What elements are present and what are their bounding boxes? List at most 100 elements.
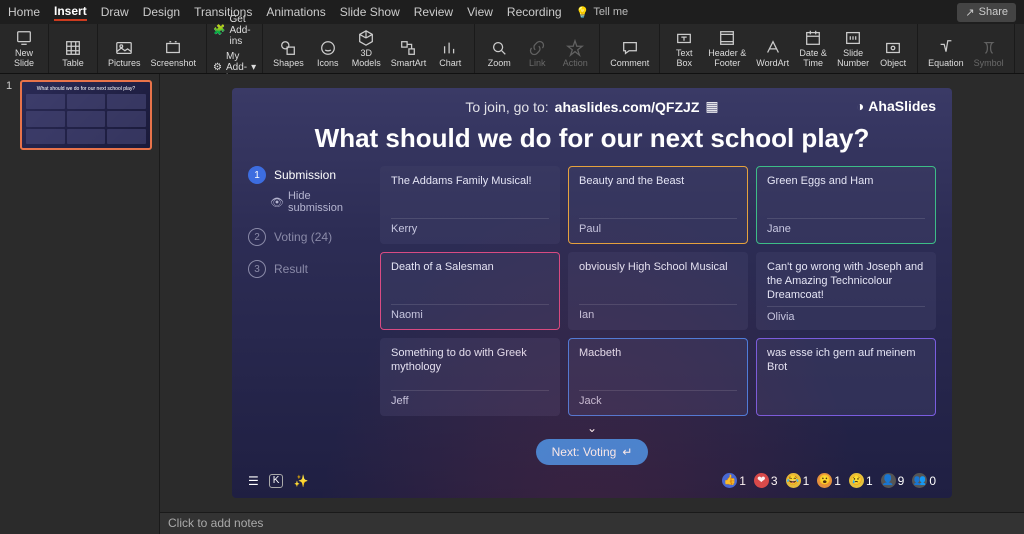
menu-home[interactable]: Home xyxy=(8,5,40,19)
keyboard-icon[interactable]: K xyxy=(269,474,284,488)
addins-group: 🧩Get Add-ins ⚙My Add-ins▾ xyxy=(207,24,263,73)
action-button: Action xyxy=(557,37,593,71)
smartart-icon xyxy=(399,39,417,57)
reaction[interactable]: 👤9 xyxy=(881,473,905,488)
equation-button[interactable]: Equation xyxy=(924,37,968,71)
reaction-emoji: 👍 xyxy=(722,473,737,488)
icons-icon xyxy=(319,39,337,57)
next-voting-button[interactable]: Next: Voting ↵ xyxy=(536,439,649,465)
reaction-count: 0 xyxy=(929,474,936,488)
screenshot-button[interactable]: Screenshot xyxy=(147,37,201,71)
reaction-emoji: 😢 xyxy=(849,473,864,488)
zoom-icon xyxy=(490,39,508,57)
reaction-emoji: 👤 xyxy=(881,473,896,488)
reaction[interactable]: 😢1 xyxy=(849,473,873,488)
slide-thumbnails-panel[interactable]: 1 What should we do for our next school … xyxy=(0,74,160,534)
wordart-icon xyxy=(764,39,782,57)
menu-icon[interactable]: ☰ xyxy=(248,474,259,488)
datetime-button[interactable]: Date & Time xyxy=(795,27,831,71)
submission-grid: The Addams Family Musical!KerryBeauty an… xyxy=(380,166,936,419)
chart-button[interactable]: Chart xyxy=(432,27,468,71)
enter-icon: ↵ xyxy=(622,445,632,459)
submission-card[interactable]: Can't go wrong with Joseph and the Amazi… xyxy=(756,252,936,330)
new-slide-button[interactable]: New Slide xyxy=(6,27,42,71)
store-icon: 🧩 xyxy=(213,25,225,36)
shapes-icon xyxy=(279,39,297,57)
reaction[interactable]: 👥0 xyxy=(912,473,936,488)
submission-author: Jeff xyxy=(391,390,549,407)
datetime-icon xyxy=(804,29,822,47)
submission-text: obviously High School Musical xyxy=(579,261,737,275)
hide-submission-button[interactable]: 👁Hide submission xyxy=(270,190,368,214)
share-button[interactable]: ↗ Share xyxy=(957,3,1016,22)
pictures-icon xyxy=(115,39,133,57)
reaction-count: 9 xyxy=(898,474,905,488)
slide-thumbnail-1[interactable]: What should we do for our next school pl… xyxy=(20,80,152,150)
submission-card[interactable]: Something to do with Greek mythology Jeff xyxy=(380,338,560,416)
pictures-button[interactable]: Pictures xyxy=(104,37,145,71)
join-url: ahaslides.com/QFZJZ xyxy=(555,99,700,115)
link-icon xyxy=(528,39,546,57)
icons-button[interactable]: Icons xyxy=(310,27,346,71)
qr-icon: ▦ xyxy=(705,98,718,115)
submission-text: Green Eggs and Ham xyxy=(767,175,925,189)
table-button[interactable]: Table xyxy=(55,37,91,71)
expand-chevron[interactable]: ⌄ xyxy=(232,421,952,435)
submission-card[interactable]: Green Eggs and HamJane xyxy=(756,166,936,244)
submission-text: The Addams Family Musical! xyxy=(391,175,549,189)
step-submission[interactable]: 1Submission xyxy=(248,166,368,184)
menu-slideshow[interactable]: Slide Show xyxy=(340,5,400,19)
reactions-bar: 👍1 ❤3 😂1 😮1 😢1 👤9 👥0 xyxy=(722,473,936,488)
object-button[interactable]: Object xyxy=(875,27,911,71)
gear-icon: ⚙ xyxy=(213,62,222,73)
3d-models-button[interactable]: 3D Models xyxy=(348,27,385,71)
headerfooter-button[interactable]: Header & Footer xyxy=(704,27,750,71)
slide-canvas[interactable]: To join, go to: ahaslides.com/QFZJZ ▦ ◑ … xyxy=(232,88,952,498)
reaction[interactable]: 😮1 xyxy=(817,473,841,488)
menu-recording[interactable]: Recording xyxy=(507,5,562,19)
reaction[interactable]: ❤3 xyxy=(754,473,778,488)
menu-insert[interactable]: Insert xyxy=(54,4,87,21)
table-icon xyxy=(64,39,82,57)
submission-card[interactable]: Beauty and the Beast Paul xyxy=(568,166,748,244)
menu-review[interactable]: Review xyxy=(414,5,453,19)
submission-text: Something to do with Greek mythology xyxy=(391,347,549,375)
sparkle-icon[interactable]: ✨ xyxy=(293,474,308,488)
wordart-button[interactable]: WordArt xyxy=(752,27,793,71)
submission-text: Beauty and the Beast xyxy=(579,175,737,189)
step-result[interactable]: 3Result xyxy=(248,260,368,278)
headerfooter-icon xyxy=(718,29,736,47)
menu-design[interactable]: Design xyxy=(143,5,180,19)
menu-view[interactable]: View xyxy=(467,5,493,19)
notes-pane[interactable]: Click to add notes xyxy=(160,512,1024,534)
zoom-button[interactable]: Zoom xyxy=(481,37,517,71)
cube-icon xyxy=(357,29,375,47)
submission-author: Paul xyxy=(579,218,737,235)
submission-card[interactable]: obviously High School MusicalIan xyxy=(568,252,748,330)
submission-author: Naomi xyxy=(391,304,549,321)
object-icon xyxy=(884,39,902,57)
submission-text: Can't go wrong with Joseph and the Amazi… xyxy=(767,261,925,302)
shapes-button[interactable]: Shapes xyxy=(269,27,308,71)
submission-card[interactable]: MacbethJack xyxy=(568,338,748,416)
reaction[interactable]: 👍1 xyxy=(722,473,746,488)
step-voting[interactable]: 2Voting (24) xyxy=(248,228,368,246)
comment-button[interactable]: Comment xyxy=(606,37,653,71)
textbox-button[interactable]: Text Box xyxy=(666,27,702,71)
submission-card[interactable]: Death of a SalesmanNaomi xyxy=(380,252,560,330)
submission-card[interactable]: was esse ich gern auf meinem Brot xyxy=(756,338,936,416)
symbol-button: Symbol xyxy=(970,37,1008,71)
menu-animations[interactable]: Animations xyxy=(266,5,325,19)
smartart-button[interactable]: SmartArt xyxy=(387,27,431,71)
reaction-emoji: 👥 xyxy=(912,473,927,488)
get-addins-button[interactable]: 🧩Get Add-ins xyxy=(213,14,256,47)
slidenumber-button[interactable]: Slide Number xyxy=(833,27,873,71)
reaction-emoji: 😂 xyxy=(786,473,801,488)
eye-off-icon: 👁 xyxy=(270,196,284,209)
reaction[interactable]: 😂1 xyxy=(786,473,810,488)
submission-card[interactable]: The Addams Family Musical!Kerry xyxy=(380,166,560,244)
logo-icon: ◑ xyxy=(856,98,864,114)
menu-draw[interactable]: Draw xyxy=(101,5,129,19)
tell-me[interactable]: 💡 Tell me xyxy=(576,6,629,19)
comment-icon xyxy=(621,39,639,57)
